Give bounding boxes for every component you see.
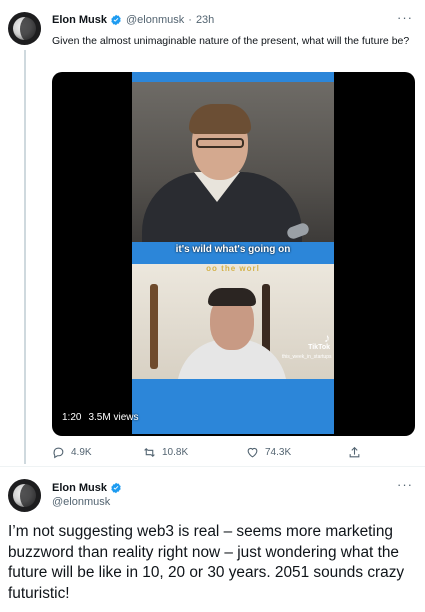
retweet-count: 10.8K (162, 447, 189, 458)
reply-button[interactable]: 4.9K (52, 446, 92, 459)
video-views: 3.5M views (88, 412, 139, 423)
like-icon (247, 447, 258, 458)
tiktok-logo-icon: ♪ (324, 331, 330, 345)
more-icon[interactable]: ··· (397, 477, 413, 492)
video-caption: it's wild what's going on (175, 244, 291, 255)
retweet-icon (144, 447, 155, 458)
verified-badge-icon (111, 14, 121, 26)
video-meta: 1:20 3.5M views (62, 412, 138, 423)
thread-connector-line (24, 50, 26, 464)
retweet-button[interactable]: 10.8K (143, 446, 188, 459)
author-name[interactable]: Elon Musk (52, 481, 107, 495)
video-player[interactable]: it's wild what's going on oo the worl ♪ … (52, 72, 415, 436)
reply-icon (53, 447, 64, 459)
author-handle[interactable]: @elonmusk (52, 495, 122, 509)
video-frame: it's wild what's going on oo the worl ♪ … (132, 72, 334, 434)
tweet-text: I’m not suggesting web3 is real – seems … (8, 523, 405, 602)
tweet-original[interactable]: Elon Musk @elonmusk · 23h ··· Given the … (0, 0, 425, 464)
avatar[interactable] (8, 12, 41, 45)
avatar[interactable] (8, 479, 41, 512)
video-caption-secondary: oo the worl (206, 264, 260, 273)
tiktok-label: TikTok (308, 344, 330, 351)
tweet-divider (0, 466, 425, 467)
reply-count: 4.9K (71, 447, 92, 458)
video-scene-top (132, 82, 334, 242)
more-icon[interactable]: ··· (397, 10, 413, 25)
tweet-header: Elon Musk @elonmusk · 23h (52, 14, 214, 26)
tweet-time[interactable]: 23h (196, 14, 214, 26)
tiktok-watermark: ♪ TikTok this_week_in_startups (282, 331, 332, 362)
tweet-text: Given the almost unimaginable nature of … (52, 35, 410, 47)
tiktok-handle: this_week_in_startups (282, 354, 332, 360)
author-handle[interactable]: @elonmusk (126, 14, 184, 26)
like-count: 74.3K (265, 447, 292, 458)
video-scene-bottom: oo the worl ♪ TikTok this_week_in_startu… (132, 264, 334, 379)
tweet-header: Elon Musk @elonmusk (52, 481, 122, 509)
like-button[interactable]: 74.3K (246, 446, 291, 459)
tweet-actions: 4.9K 10.8K 74.3K (52, 446, 372, 460)
separator-dot: · (188, 14, 192, 26)
verified-badge-icon (111, 482, 121, 494)
share-button[interactable] (348, 446, 361, 459)
author-name[interactable]: Elon Musk (52, 14, 107, 26)
video-duration: 1:20 (62, 412, 82, 423)
share-icon (349, 446, 360, 458)
